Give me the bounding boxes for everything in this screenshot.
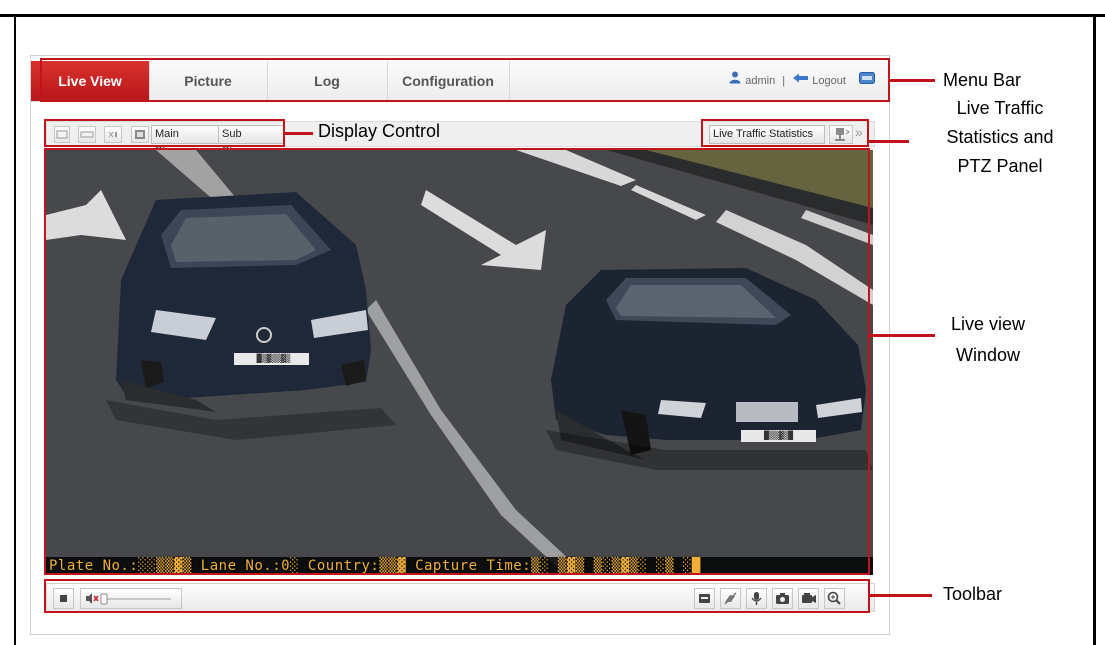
display-control-highlight — [44, 119, 285, 147]
callout-toolbar: Toolbar — [943, 584, 1003, 604]
callout-live-view: Live view Window — [938, 312, 1038, 368]
display-control-leader — [285, 132, 313, 135]
menu-bar-leader — [890, 79, 935, 82]
callout-display-control: Display Control — [318, 121, 441, 141]
callout-live-view-line2: Window — [955, 345, 1021, 365]
callout-traffic-line2: Statistics and — [946, 127, 1054, 147]
callout-menu-bar: Menu Bar — [943, 70, 1022, 90]
page-frame-right — [1093, 14, 1096, 645]
toolbar-leader — [870, 594, 932, 597]
callout-traffic-line1: Live Traffic — [956, 98, 1044, 118]
live-view-leader — [870, 334, 935, 337]
callout-live-view-line1: Live view — [950, 314, 1026, 334]
callout-traffic-line3: PTZ Panel — [957, 156, 1043, 176]
callout-traffic-ptz: Live Traffic Statistics and PTZ Panel — [930, 96, 1070, 179]
traffic-ptz-leader — [869, 140, 909, 143]
toolbar-highlight — [44, 579, 870, 613]
menu-bar-highlight — [40, 58, 890, 102]
page-frame-top — [0, 14, 1105, 17]
traffic-ptz-highlight — [701, 119, 869, 147]
live-view-highlight — [44, 148, 870, 575]
page-frame-left — [14, 14, 16, 645]
